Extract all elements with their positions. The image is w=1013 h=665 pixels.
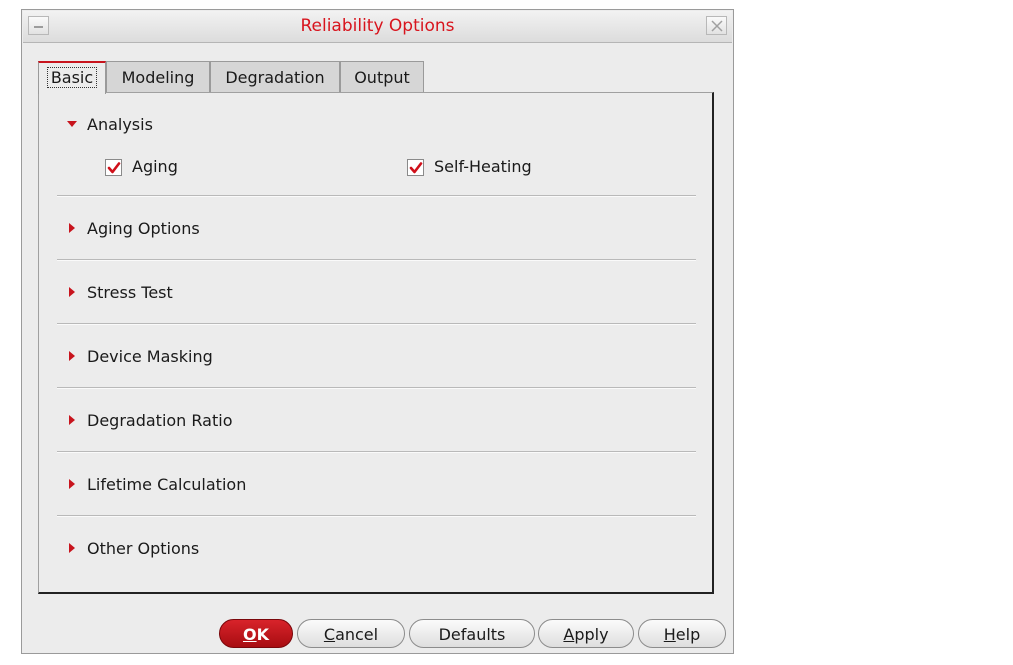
section-divider	[57, 323, 696, 325]
aging-checkbox[interactable]: Aging	[105, 157, 225, 179]
help-button[interactable]: Help	[638, 619, 726, 648]
checkmark-icon	[107, 162, 121, 174]
triangle-right-icon	[69, 287, 75, 297]
triangle-right-icon	[69, 351, 75, 361]
ok-button-mnemonic: O	[242, 625, 257, 644]
section-aging-options[interactable]: Aging Options	[66, 219, 326, 241]
tab-basic[interactable]: Basic	[38, 61, 106, 94]
defaults-button-label: Defaults	[438, 625, 506, 644]
section-lifetime-calculation[interactable]: Lifetime Calculation	[66, 475, 326, 497]
apply-button[interactable]: Apply	[538, 619, 634, 648]
checkmark-icon	[409, 162, 423, 174]
section-divider	[57, 259, 696, 261]
close-button[interactable]	[706, 16, 727, 35]
apply-button-label: pply	[574, 625, 609, 644]
tab-degradation-label: Degradation	[225, 68, 325, 87]
help-button-label: elp	[675, 625, 701, 644]
section-divider	[57, 451, 696, 453]
tab-output[interactable]: Output	[340, 61, 424, 93]
section-other-options[interactable]: Other Options	[66, 539, 326, 561]
close-icon	[711, 20, 723, 32]
tab-modeling[interactable]: Modeling	[106, 61, 210, 93]
triangle-down-icon	[67, 121, 77, 127]
cancel-button[interactable]: Cancel	[297, 619, 405, 648]
cancel-button-mnemonic: C	[323, 625, 336, 644]
section-divider	[57, 195, 696, 197]
section-aging-options-label: Aging Options	[87, 219, 200, 238]
tab-output-label: Output	[354, 68, 410, 87]
window-title: Reliability Options	[300, 16, 455, 36]
section-device-masking-label: Device Masking	[87, 347, 213, 366]
aging-checkbox-box[interactable]	[105, 159, 122, 176]
section-degradation-ratio-label: Degradation Ratio	[87, 411, 233, 430]
triangle-right-icon	[69, 543, 75, 553]
tab-degradation[interactable]: Degradation	[210, 61, 340, 93]
triangle-right-icon	[69, 415, 75, 425]
triangle-right-icon	[69, 479, 75, 489]
tab-basic-label: Basic	[46, 67, 98, 88]
aging-checkbox-label: Aging	[132, 157, 178, 176]
section-divider	[57, 387, 696, 389]
ok-button[interactable]: OK	[219, 619, 293, 648]
section-stress-test[interactable]: Stress Test	[66, 283, 326, 305]
self-heating-checkbox-label: Self-Heating	[434, 157, 532, 176]
section-lifetime-calculation-label: Lifetime Calculation	[87, 475, 247, 494]
self-heating-checkbox-box[interactable]	[407, 159, 424, 176]
title-bar[interactable]: Reliability Options	[23, 11, 732, 43]
section-other-options-label: Other Options	[87, 539, 200, 558]
defaults-button[interactable]: Defaults	[409, 619, 535, 648]
help-button-mnemonic: H	[663, 625, 676, 644]
ok-button-label: K	[256, 625, 269, 644]
section-analysis[interactable]: Analysis	[66, 115, 266, 137]
triangle-right-icon	[69, 223, 75, 233]
cancel-button-label: ancel	[335, 625, 379, 644]
section-stress-test-label: Stress Test	[87, 283, 173, 302]
tab-modeling-label: Modeling	[121, 68, 195, 87]
section-divider	[57, 515, 696, 517]
section-degradation-ratio[interactable]: Degradation Ratio	[66, 411, 326, 433]
self-heating-checkbox[interactable]: Self-Heating	[407, 157, 567, 179]
section-device-masking[interactable]: Device Masking	[66, 347, 326, 369]
section-analysis-label: Analysis	[87, 115, 153, 134]
apply-button-mnemonic: A	[563, 625, 575, 644]
